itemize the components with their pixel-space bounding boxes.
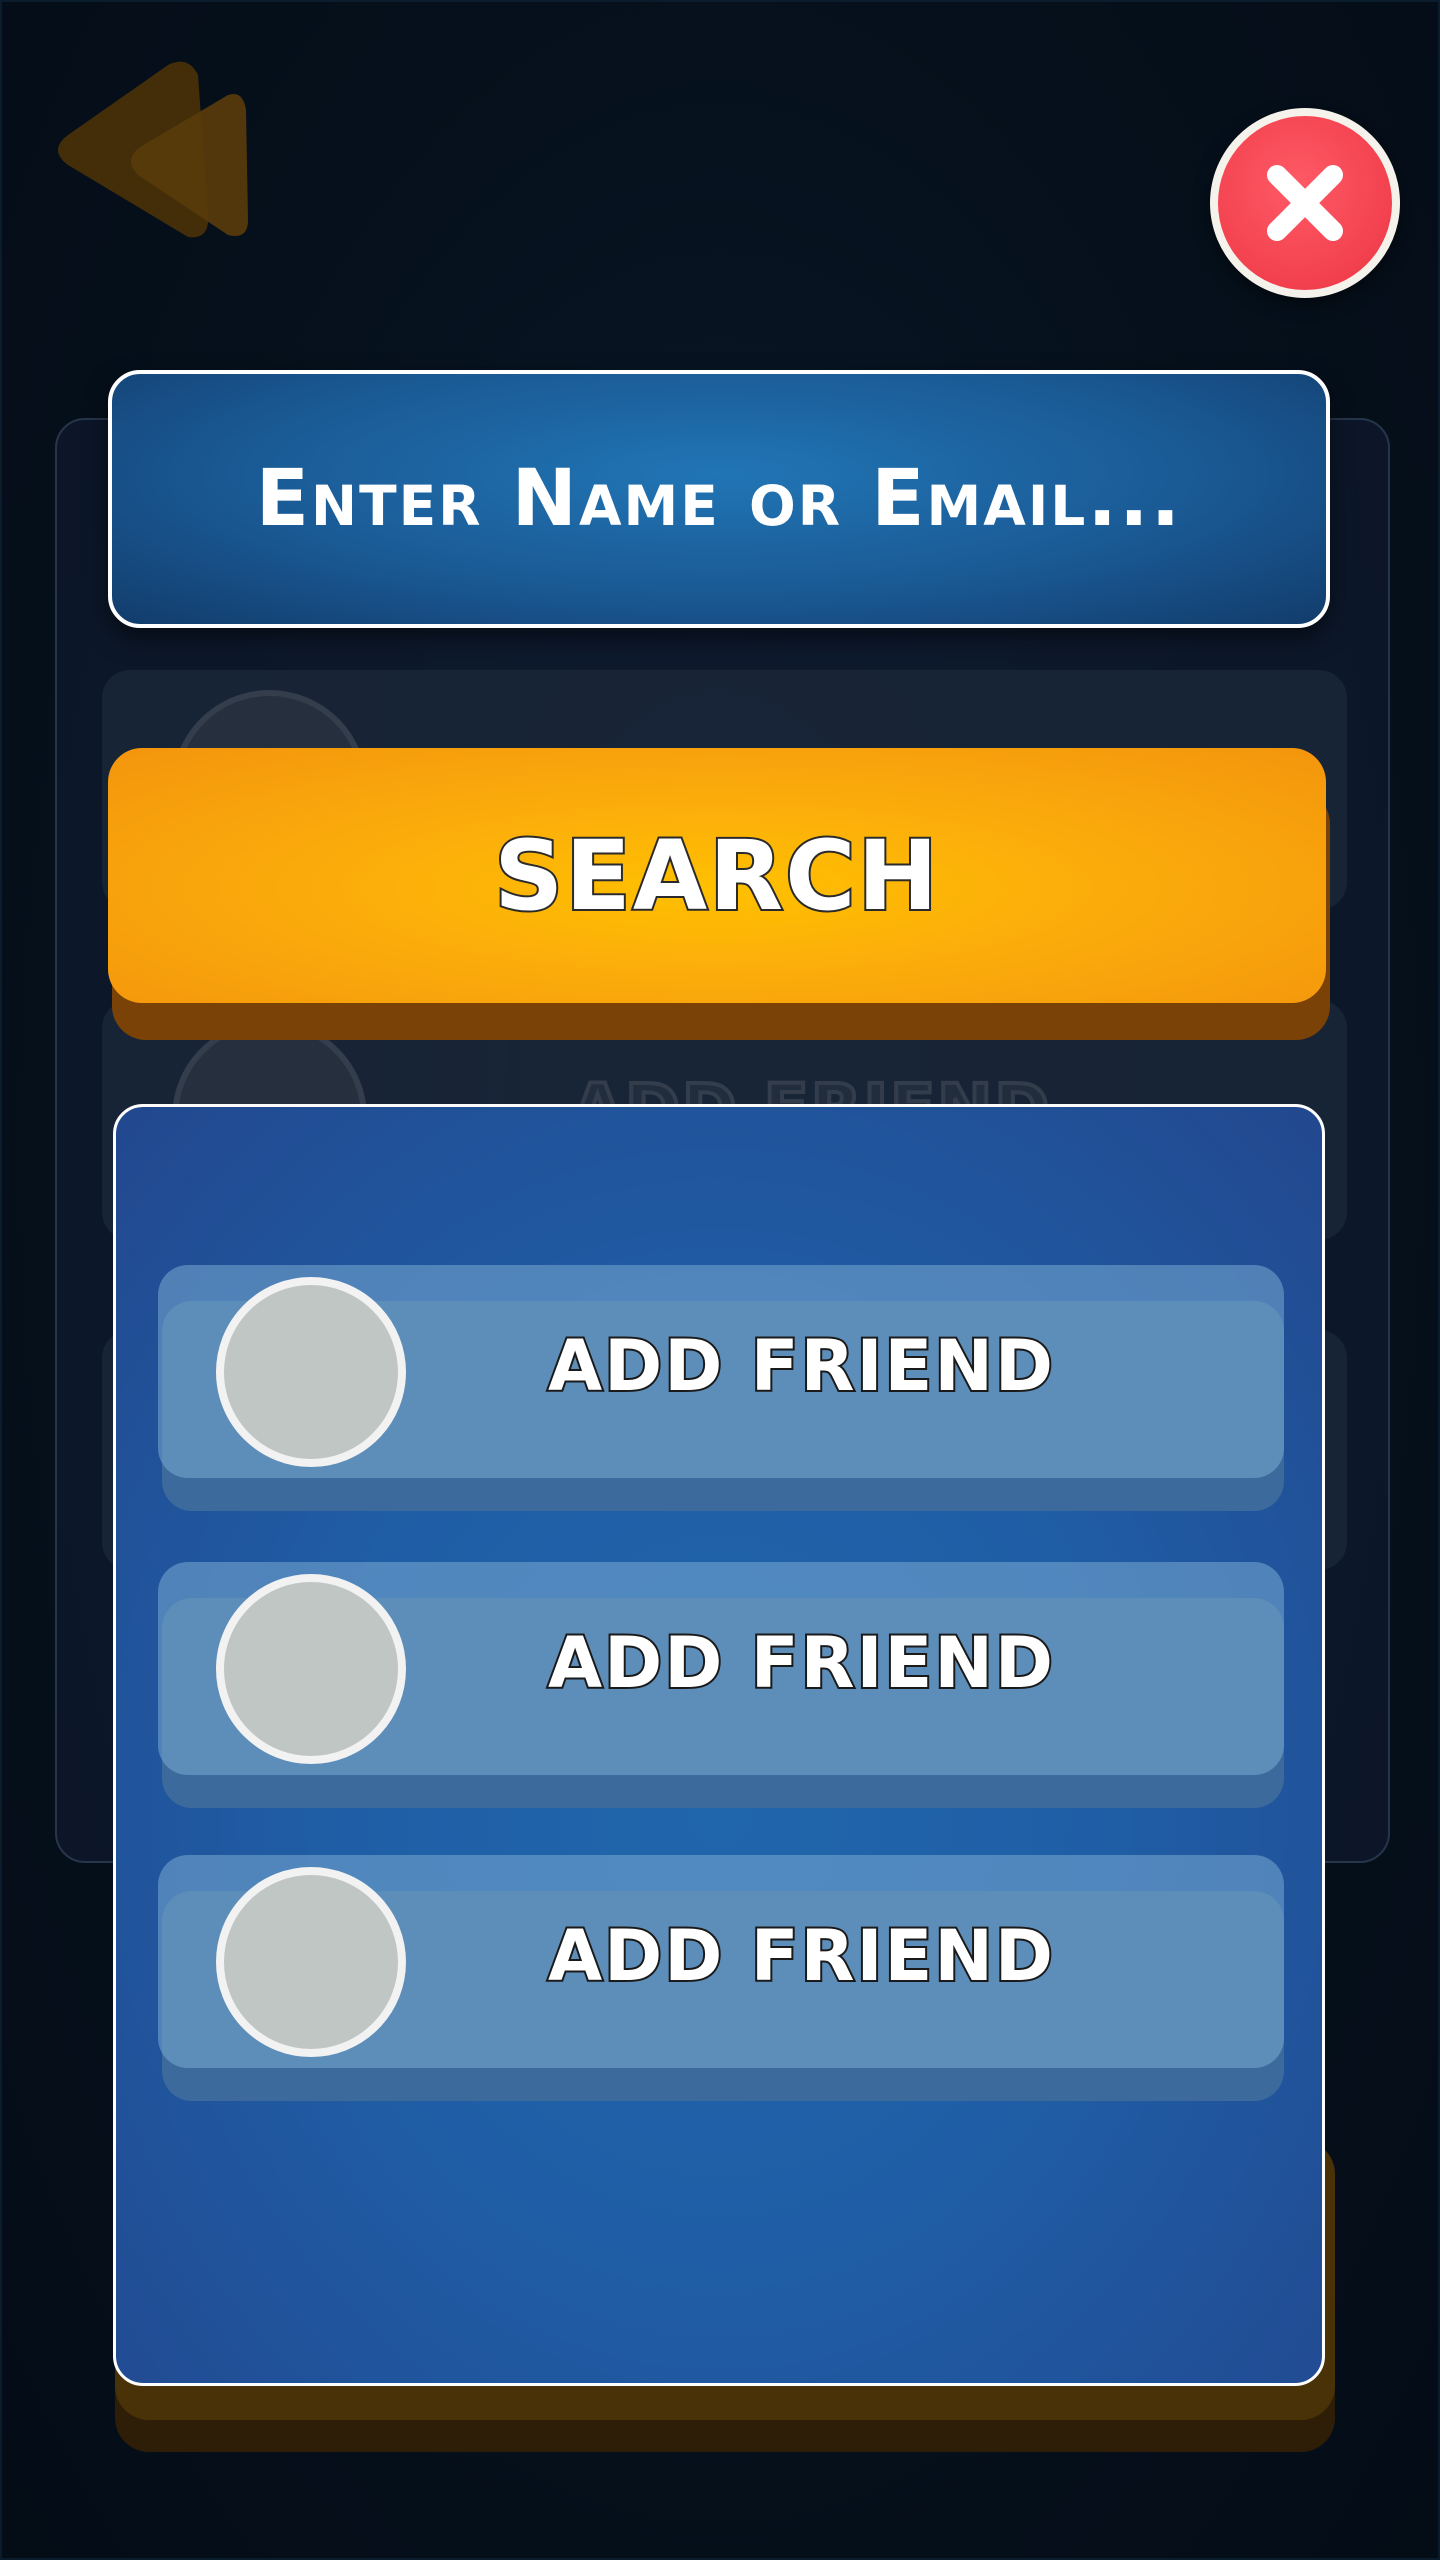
add-friend-button[interactable]: ADD FRIEND — [546, 1913, 1055, 1999]
double-chevron-left-icon — [58, 61, 248, 238]
search-results-panel: ADD FRIEND ADD FRIEND ADD FRIEND — [113, 1104, 1325, 2386]
search-button[interactable]: SEARCH — [108, 748, 1326, 1003]
result-list-item: ADD FRIEND — [158, 1562, 1284, 1808]
avatar — [216, 1867, 406, 2057]
close-button-face — [1218, 116, 1392, 290]
search-input[interactable]: Enter Name or Email... — [108, 370, 1330, 628]
search-button-label: SEARCH — [492, 818, 940, 934]
close-button[interactable] — [1210, 108, 1400, 298]
result-list-item: ADD FRIEND — [158, 1855, 1284, 2101]
add-friend-button[interactable]: ADD FRIEND — [546, 1323, 1055, 1409]
avatar — [216, 1277, 406, 1467]
search-input-placeholder: Enter Name or Email... — [255, 454, 1183, 544]
x-icon — [1267, 165, 1343, 241]
back-button[interactable] — [48, 55, 248, 255]
add-friend-button[interactable]: ADD FRIEND — [546, 1620, 1055, 1706]
avatar — [216, 1574, 406, 1764]
result-list-item: ADD FRIEND — [158, 1265, 1284, 1511]
